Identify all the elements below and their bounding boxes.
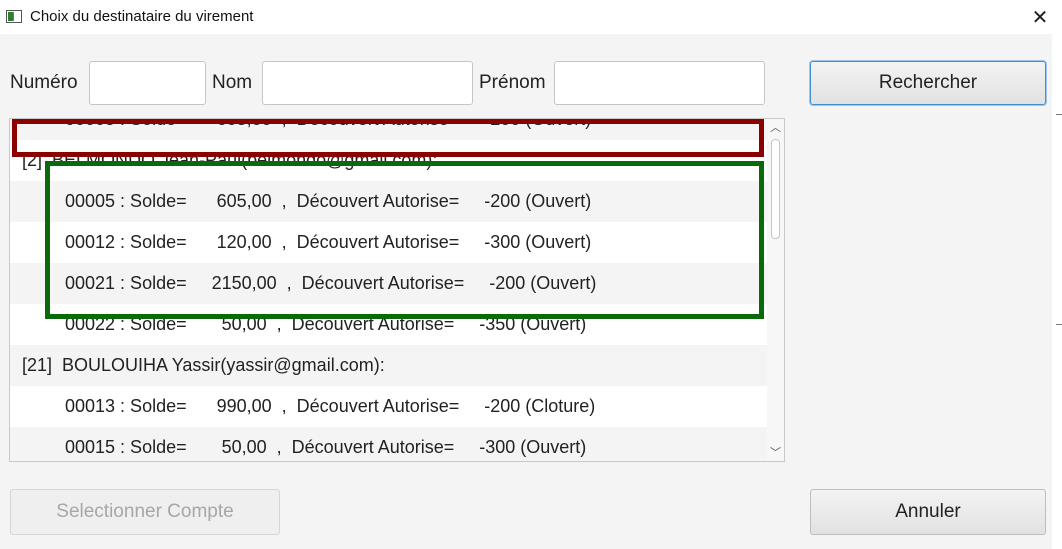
prenom-label: Prénom bbox=[479, 72, 546, 93]
title-bar: Choix du destinataire du virement ✕ bbox=[0, 0, 1062, 34]
account-row[interactable]: 00021 : Solde= 2150,00 , Découvert Autor… bbox=[10, 263, 767, 304]
account-row[interactable]: 00005 : Solde= 605,00 , Découvert Autori… bbox=[10, 119, 767, 140]
vertical-scrollbar[interactable]: ︿ ﹀ bbox=[767, 119, 784, 461]
account-row[interactable]: 00013 : Solde= 990,00 , Découvert Autori… bbox=[10, 386, 767, 427]
window-edge bbox=[1052, 34, 1062, 549]
numero-input[interactable] bbox=[89, 61, 206, 105]
account-row[interactable]: 00005 : Solde= 605,00 , Découvert Autori… bbox=[10, 181, 767, 222]
account-row[interactable]: 00012 : Solde= 120,00 , Découvert Autori… bbox=[10, 222, 767, 263]
close-button[interactable]: ✕ bbox=[1018, 0, 1062, 34]
account-row[interactable]: 00022 : Solde= 50,00 , Découvert Autoris… bbox=[10, 304, 767, 345]
scrollbar-thumb[interactable] bbox=[771, 139, 780, 239]
scroll-down-icon[interactable]: ﹀ bbox=[767, 444, 784, 460]
prenom-input[interactable] bbox=[554, 61, 765, 105]
account-row[interactable]: 00015 : Solde= 50,00 , Découvert Autoris… bbox=[10, 427, 767, 461]
client-row[interactable]: [2] BELMONDO Jean-Paul(belmondo@gmail.co… bbox=[10, 140, 767, 181]
window-title: Choix du destinataire du virement bbox=[30, 8, 254, 25]
accounts-list[interactable]: 00005 : Solde= 605,00 , Découvert Autori… bbox=[9, 118, 785, 462]
app-icon bbox=[6, 10, 22, 23]
dialog-content: Numéro Nom Prénom Rechercher 00005 : Sol… bbox=[0, 34, 1052, 549]
nom-input[interactable] bbox=[262, 61, 473, 105]
nom-label: Nom bbox=[212, 72, 253, 93]
client-row[interactable]: [21] BOULOUIHA Yassir(yassir@gmail.com): bbox=[10, 345, 767, 386]
list-rows: 00005 : Solde= 605,00 , Découvert Autori… bbox=[10, 119, 767, 461]
select-account-button[interactable]: Selectionner Compte bbox=[10, 489, 280, 535]
numero-label: Numéro bbox=[10, 72, 78, 93]
scroll-up-icon[interactable]: ︿ bbox=[767, 119, 784, 135]
search-button[interactable]: Rechercher bbox=[810, 61, 1046, 105]
cancel-button[interactable]: Annuler bbox=[810, 489, 1046, 535]
